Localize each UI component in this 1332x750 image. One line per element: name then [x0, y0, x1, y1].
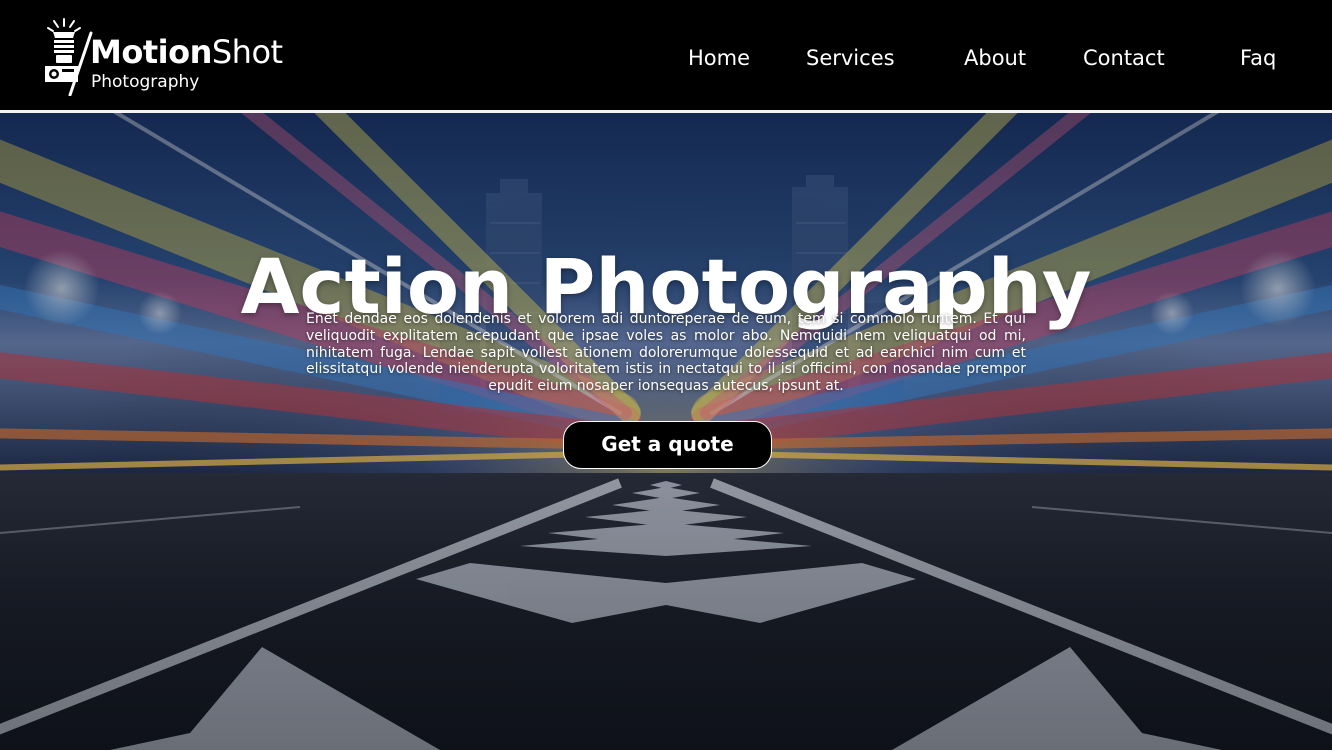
- brand-tagline: Photography: [91, 72, 200, 92]
- get-a-quote-button[interactable]: Get a quote: [563, 421, 772, 469]
- nav-item-services[interactable]: Services: [806, 44, 895, 72]
- page: MotionShot Photography Home Services Abo…: [0, 0, 1332, 750]
- hero-description: Enet dendae eos dolendenis et volorem ad…: [306, 311, 1026, 395]
- nav-item-home[interactable]: Home: [688, 44, 750, 72]
- hero-section: Action Photography Enet dendae eos dolen…: [0, 113, 1332, 750]
- nav-item-faq[interactable]: Faq: [1240, 44, 1276, 72]
- site-header: MotionShot Photography Home Services Abo…: [0, 0, 1332, 113]
- nav-item-contact[interactable]: Contact: [1083, 44, 1165, 72]
- nav-item-about[interactable]: About: [964, 44, 1026, 72]
- main-nav: Home Services About Contact Faq: [0, 44, 1332, 74]
